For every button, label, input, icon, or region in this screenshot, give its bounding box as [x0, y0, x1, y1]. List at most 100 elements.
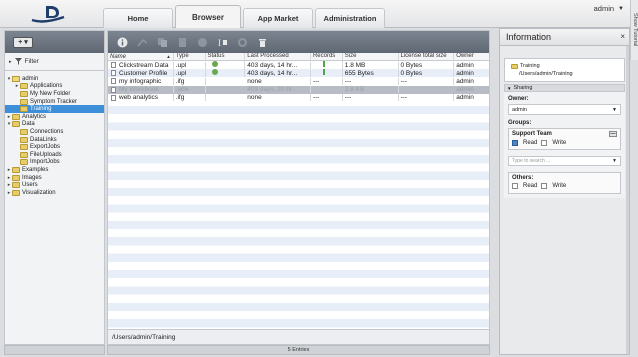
- tree-item[interactable]: ▾ Data: [5, 121, 104, 129]
- share-icon[interactable]: [136, 36, 148, 48]
- show-tutorial-tab[interactable]: Show Tutorial: [630, 0, 638, 60]
- close-icon[interactable]: ×: [620, 32, 625, 41]
- owner-select[interactable]: admin ▼: [508, 104, 621, 115]
- cell-name: Customer Profile: [119, 69, 168, 77]
- tree-item[interactable]: Training: [5, 105, 104, 113]
- tree-item[interactable]: ▾ admin: [5, 75, 104, 83]
- tree-item-label: Symptom Tracker: [30, 98, 78, 105]
- tree-item[interactable]: ▸ Visualization: [5, 189, 104, 197]
- col-owner[interactable]: Owner: [454, 53, 489, 60]
- tab-browser[interactable]: Browser: [175, 5, 241, 28]
- trash-icon[interactable]: [256, 36, 268, 48]
- sort-asc-icon: ▲: [166, 54, 171, 59]
- tree-item[interactable]: Symptom Tracker: [5, 98, 104, 106]
- tree-item-label: Applications: [30, 83, 63, 90]
- user-menu[interactable]: admin ▼: [594, 4, 624, 13]
- others-label: Others:: [512, 174, 534, 181]
- filter-icon: [14, 58, 22, 65]
- cell-type: .wbk: [174, 86, 206, 94]
- folder-icon: [12, 121, 20, 128]
- tree-item[interactable]: ▸ Users: [5, 181, 104, 189]
- table-row[interactable]: Clickstream Data .upl 403 days, 14 hr... 1.…: [108, 61, 489, 70]
- stop-icon[interactable]: [196, 36, 208, 48]
- tree-item[interactable]: ▸ Examples: [5, 166, 104, 174]
- folder-tree: ▾ admin ▸ Applications My New Folder Symptom …: [5, 71, 104, 197]
- tree-item[interactable]: DataLinks: [5, 136, 104, 144]
- table-row[interactable]: web analytics .ifg none --- --- --- admin: [108, 94, 489, 102]
- records-bar: [322, 69, 325, 76]
- information-panel: Information × Training /Users/admin/Trai…: [499, 28, 630, 355]
- rename-icon[interactable]: I: [216, 36, 228, 48]
- folder-icon: [12, 166, 20, 173]
- cell-status: [206, 69, 246, 78]
- tree-item[interactable]: ▸ Analytics: [5, 113, 104, 121]
- chevron-right-icon: ▸: [9, 58, 12, 65]
- file-icon: [111, 62, 116, 69]
- tab-app-market[interactable]: App Market: [243, 8, 313, 28]
- cell-type: .upl: [174, 61, 206, 69]
- cell-status: [206, 61, 246, 70]
- tree-item-label: FileUploads: [30, 151, 62, 158]
- info-panel-header: Information ×: [500, 29, 629, 46]
- others-write-label: Write: [552, 182, 567, 189]
- cell-owner: admin: [456, 77, 474, 85]
- cell-size: ---: [343, 94, 399, 102]
- grid-body: Clickstream Data .upl 403 days, 14 hr... 1.…: [108, 61, 489, 102]
- tab-home[interactable]: Home: [103, 8, 173, 28]
- tree-item[interactable]: FileUploads: [5, 151, 104, 159]
- paste-icon[interactable]: [176, 36, 188, 48]
- tree-item[interactable]: ImportJobs: [5, 159, 104, 167]
- col-size[interactable]: Size: [343, 53, 399, 60]
- folder-icon: [12, 174, 20, 181]
- tree-item-label: ExportJobs: [30, 144, 61, 151]
- table-row[interactable]: Customer Profile .upl 403 days, 14 hr... 65…: [108, 69, 489, 78]
- sharing-section-toggle[interactable]: ▼ Sharing: [504, 84, 625, 92]
- folder-icon: [20, 98, 28, 105]
- col-last-processed[interactable]: Last Processed: [245, 53, 311, 60]
- tree-item[interactable]: ExportJobs: [5, 143, 104, 151]
- others-write-checkbox[interactable]: [541, 182, 548, 190]
- records-bar: [322, 61, 325, 68]
- folder-icon: [20, 106, 28, 113]
- logo-icon: [31, 6, 65, 23]
- cell-name: My Workbook: [119, 86, 159, 94]
- folder-icon: [20, 136, 28, 143]
- add-button[interactable]: + ▾: [13, 36, 33, 48]
- main-tabs: Home Browser App Market Administration: [103, 5, 387, 28]
- group-name: Support Team: [512, 131, 552, 137]
- col-license-size[interactable]: License total size: [399, 53, 455, 60]
- col-name[interactable]: Name ▲: [108, 53, 174, 60]
- col-records[interactable]: Records: [311, 53, 343, 60]
- remove-group-button[interactable]: —: [609, 131, 617, 137]
- entries-count: 5 Entries: [107, 345, 490, 355]
- info-panel-title: Information: [506, 32, 552, 42]
- chevron-down-icon: ▼: [612, 157, 617, 164]
- folder-path: /Users/admin/Training: [519, 71, 573, 77]
- settings-icon[interactable]: [236, 36, 248, 48]
- copy-icon[interactable]: [156, 36, 168, 48]
- group-support-team: Support Team — Read Write: [508, 128, 621, 150]
- col-status[interactable]: Status: [206, 53, 246, 60]
- write-checkbox[interactable]: [541, 140, 548, 147]
- folder-icon: [20, 159, 28, 166]
- tree-item[interactable]: Connections: [5, 128, 104, 136]
- group-search-input[interactable]: Type to search ... ▼: [508, 155, 621, 166]
- cell-last-processed: 403 days, 14 hr...: [245, 69, 311, 77]
- tree-item[interactable]: ▸ Images: [5, 174, 104, 182]
- folder-icon: [20, 83, 28, 90]
- filter-toggle[interactable]: ▸ Filter: [5, 53, 104, 71]
- tree-item[interactable]: My New Folder: [5, 90, 104, 98]
- tree-item-label: Visualization: [22, 189, 56, 196]
- tab-administration[interactable]: Administration: [315, 8, 385, 28]
- table-row[interactable]: My Workbook .wbk 403 days, 20 hr... 2.8 KB a…: [108, 85, 489, 94]
- info-icon[interactable]: [116, 36, 128, 48]
- file-icon: [111, 86, 116, 93]
- col-name-label: Name: [110, 53, 127, 60]
- info-scrollbar[interactable]: [626, 46, 629, 354]
- col-type[interactable]: Type: [174, 53, 206, 60]
- others-read-checkbox[interactable]: [512, 182, 519, 190]
- read-checkbox[interactable]: [512, 140, 519, 147]
- tree-item[interactable]: ▸ Applications: [5, 83, 104, 91]
- top-bar: Home Browser App Market Administration a…: [0, 0, 638, 60]
- table-row[interactable]: my infographic .ifg none --- --- --- admin: [108, 77, 489, 85]
